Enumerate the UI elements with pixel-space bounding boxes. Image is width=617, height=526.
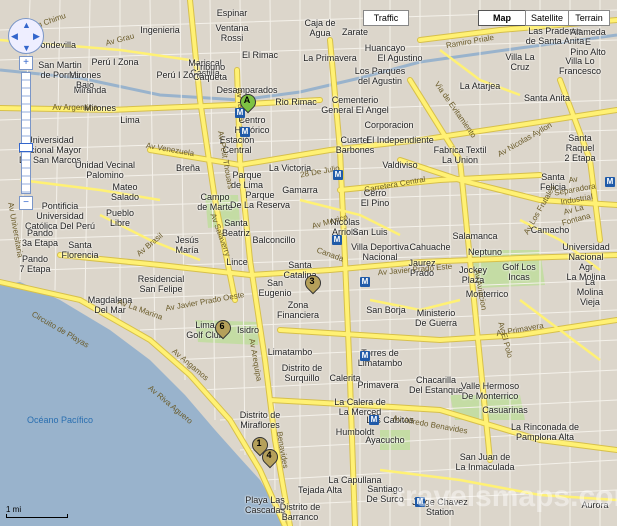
metro-station-icon[interactable]: M	[332, 235, 342, 245]
marker-label: 1	[256, 438, 262, 448]
zoom-control: + −	[19, 56, 33, 212]
satellite-button[interactable]: Satellite	[525, 10, 569, 26]
pan-right-icon[interactable]: ▶	[33, 31, 40, 42]
pan-control[interactable]: ▲ ▼ ◀ ▶	[8, 18, 44, 54]
map-canvas[interactable]	[0, 0, 617, 526]
map-button[interactable]: Map	[478, 10, 526, 26]
metro-station-icon[interactable]: M	[333, 170, 343, 180]
marker-label: A	[243, 95, 251, 105]
zoom-out-button[interactable]: −	[19, 196, 33, 210]
pan-left-icon[interactable]: ◀	[11, 31, 18, 42]
metro-station-icon[interactable]: M	[360, 277, 370, 287]
map-marker-4[interactable]: 4	[258, 445, 282, 469]
pan-up-icon[interactable]: ▲	[22, 20, 31, 30]
marker-label: 6	[219, 321, 225, 331]
marker-label: 4	[266, 450, 272, 460]
pan-ring[interactable]: ▲ ▼ ◀ ▶	[8, 18, 44, 54]
map-marker-A[interactable]: A	[236, 90, 260, 114]
marker-label: 3	[309, 276, 315, 286]
rio-rimac	[0, 33, 617, 102]
metro-station-icon[interactable]: M	[415, 497, 425, 507]
pan-down-icon[interactable]: ▼	[22, 43, 31, 53]
zoom-slider-handle[interactable]	[19, 143, 33, 152]
map-marker-3[interactable]: 3	[301, 271, 325, 295]
terrain-button[interactable]: Terrain	[568, 10, 610, 26]
zoom-in-button[interactable]: +	[19, 56, 33, 70]
metro-station-icon[interactable]: M	[240, 127, 250, 137]
metro-station-icon[interactable]: M	[605, 177, 615, 187]
traffic-button[interactable]: Traffic	[363, 10, 409, 26]
park-area	[380, 430, 410, 450]
map-marker-6[interactable]: 6	[211, 316, 235, 340]
map-viewport[interactable]: Espinar Ventana Rossi Caja de Agua Zarate La…	[0, 0, 617, 526]
metro-station-icon[interactable]: M	[360, 351, 370, 361]
scale-label: 1 mi	[6, 505, 22, 514]
pacific-ocean	[0, 282, 285, 526]
scale-bar: 1 mi	[6, 505, 68, 518]
scale-line	[6, 514, 68, 518]
metro-station-icon[interactable]: M	[369, 415, 379, 425]
zoom-slider-track[interactable]	[19, 72, 33, 194]
